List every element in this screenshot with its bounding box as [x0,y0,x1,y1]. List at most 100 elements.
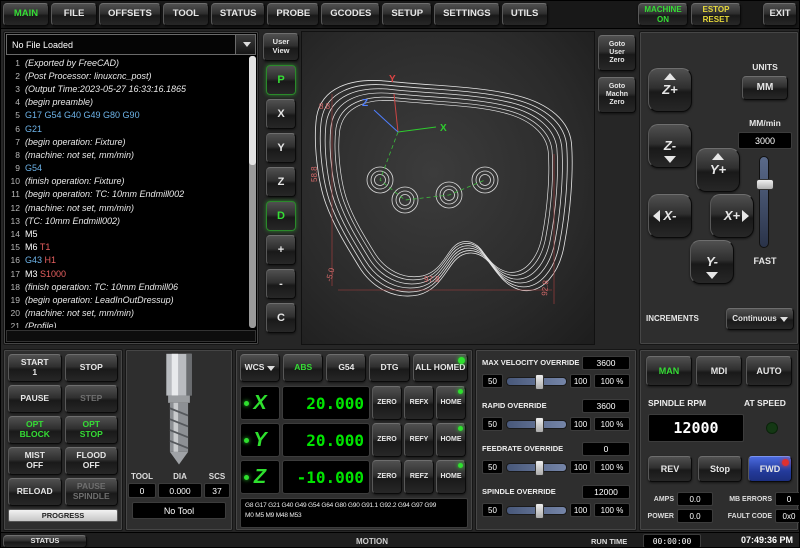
transport-opt-stop-button[interactable]: OPT STOP [65,416,119,444]
override-slider[interactable] [506,377,567,386]
jog-rate-slider-handle[interactable] [756,179,774,190]
transport-step-button[interactable]: STEP [65,385,119,413]
gcode-scrollbar-thumb[interactable] [249,56,256,165]
spindle-rev-button[interactable]: REV [648,456,692,482]
override-slider-handle[interactable] [535,417,544,433]
view-btn-c[interactable]: C [266,303,296,333]
file-selector-value[interactable]: No File Loaded [6,34,236,55]
gcode-line: 18(finish operation: TC: 10mm Endmill06 [6,280,248,293]
transport-pause-spindle-button[interactable]: PAUSE SPINDLE [65,478,119,506]
dro-abs-button[interactable]: ABS [283,354,323,382]
view-btn-y[interactable]: Y [266,133,296,163]
view-btn-d[interactable]: D [266,201,296,231]
menu-item-setup[interactable]: SETUP [382,3,432,26]
units-button[interactable]: MM [742,76,788,100]
mdi-entry[interactable] [6,330,256,342]
gcode-segment: (begin preamble) [25,97,93,107]
view-btn-+[interactable]: + [266,235,296,265]
view-btn-x[interactable]: X [266,99,296,129]
active-gcodes-box: G8 G17 G21 G40 G49 G54 G64 G80 G90 G91.1… [240,498,468,528]
jog-y-plus-button[interactable]: Y+ [696,148,740,192]
dro-dtg-button[interactable]: DTG [369,354,409,382]
override-slider-handle[interactable] [535,460,544,476]
view-btn-user-view[interactable]: User View [263,33,299,61]
led-indicator [458,389,463,394]
machine-on-button[interactable]: MACHINE ON [638,3,688,26]
mode-mdi-button[interactable]: MDI [696,356,742,386]
zero-z-button[interactable]: ZERO [372,460,402,494]
ref-z-button[interactable]: REFZ [404,460,434,494]
spindle-fwd-button[interactable]: FWD [748,456,792,482]
view-btn--[interactable]: - [266,269,296,299]
gcode-scrollbar[interactable] [249,56,256,328]
override-slider-handle[interactable] [535,374,544,390]
transport-pause-button[interactable]: PAUSE [8,385,62,413]
home-z-button[interactable]: HOME [436,460,466,494]
home-y-button[interactable]: HOME [436,423,466,457]
mode-man-button[interactable]: MAN [646,356,692,386]
increments-dropdown[interactable]: Continuous [726,308,794,330]
transport-start-1-button[interactable]: START 1 [8,354,62,382]
gcode-view[interactable]: 1(Exported by FreeCAD)2(Post Processor: … [6,56,248,328]
jog-y-minus-button[interactable]: Y- [690,240,734,284]
zero-y-button[interactable]: ZERO [372,423,402,457]
ref-y-button[interactable]: REFY [404,423,434,457]
menu-item-status[interactable]: STATUS [211,3,266,26]
ref-x-button[interactable]: REFX [404,386,434,420]
goto-button-goto-user-zero[interactable]: Goto User Zero [598,35,636,71]
progress-bar: PROGRESS [8,509,118,522]
led-indicator [458,426,463,431]
transport-stop-button[interactable]: STOP [65,354,119,382]
file-selector[interactable]: No File Loaded [6,34,256,55]
mode-auto-button[interactable]: AUTO [746,356,792,386]
transport-mist-off-button[interactable]: MIST OFF [8,447,62,475]
dro-all-homed-button[interactable]: ALL HOMED [413,354,468,382]
menu-item-offsets[interactable]: OFFSETS [99,3,161,26]
gremlin-preview[interactable]: X Y Z 8.8 58.8 97.8 -5.0 92.8 [301,31,595,345]
override-percent: 100 % [594,503,630,517]
override-slider[interactable] [506,463,567,472]
fast-label: FAST [736,256,794,266]
jog-z-plus-button[interactable]: Z+ [648,68,692,112]
jog-rate-slider[interactable] [759,156,769,248]
override-slider-handle[interactable] [535,503,544,519]
menu-item-file[interactable]: FILE [51,3,97,26]
axis-select-x-button[interactable]: X [240,386,280,420]
gcode-line: 12(machine: not set, mm/min) [6,201,248,214]
drill-holes [367,167,498,213]
menu-item-main[interactable]: MAIN [3,3,49,26]
at-speed-led [766,422,778,434]
menu-item-utils[interactable]: UTILS [502,3,548,26]
menu-item-tool[interactable]: TOOL [163,3,209,26]
zero-x-button[interactable]: ZERO [372,386,402,420]
gcode-line-number: 21 [6,321,20,328]
menu-item-probe[interactable]: PROBE [267,3,319,26]
menu-item-gcodes[interactable]: GCODES [321,3,380,26]
transport-opt-block-button[interactable]: OPT BLOCK [8,416,62,444]
axis-select-z-button[interactable]: Z [240,460,280,494]
dro-g54-button[interactable]: G54 [326,354,366,382]
exit-button[interactable]: EXIT [763,3,797,26]
dro-wcs-button[interactable]: WCS [240,354,280,382]
estop-reset-button[interactable]: ESTOP RESET [691,3,741,26]
status-button[interactable]: STATUS [3,535,87,548]
menu-item-settings[interactable]: SETTINGS [434,3,500,26]
home-label: HOME [441,436,462,444]
jog-x-plus-button[interactable]: X+ [710,194,754,238]
goto-button-goto-machn-zero[interactable]: Goto Machn Zero [598,77,636,113]
jog-z-minus-button[interactable]: Z- [648,124,692,168]
preview-svg[interactable]: X Y Z 8.8 58.8 97.8 -5.0 92.8 [302,32,596,346]
gcode-segment: (finish operation: TC: 10mm Endmill06 [25,282,178,292]
view-btn-p[interactable]: P [266,65,296,95]
file-selector-dropdown-button[interactable] [236,34,256,55]
view-btn-z[interactable]: Z [266,167,296,197]
home-x-button[interactable]: HOME [436,386,466,420]
axis-select-y-button[interactable]: Y [240,423,280,457]
transport-reload-button[interactable]: RELOAD [8,478,62,506]
override-slider[interactable] [506,506,567,515]
jog-x-minus-button[interactable]: X- [648,194,692,238]
override-slider[interactable] [506,420,567,429]
spindle-stop-button[interactable]: Stop [698,456,742,482]
transport-flood-off-button[interactable]: FLOOD OFF [65,447,119,475]
led-indicator [244,438,249,443]
